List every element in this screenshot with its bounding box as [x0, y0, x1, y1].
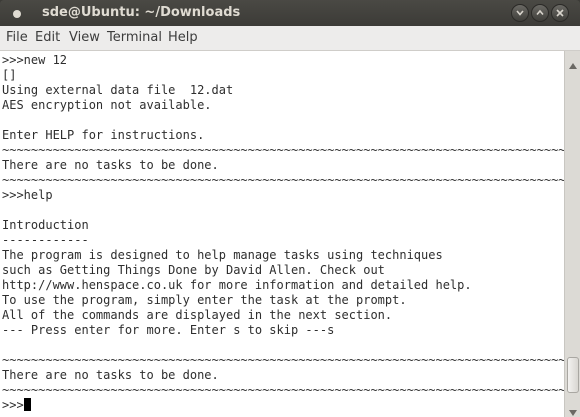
terminal-line: >>>new 12: [2, 53, 68, 67]
maximize-icon: [536, 9, 544, 16]
terminal-window: sde@Ubuntu: ~/Downloads File Edit View T…: [0, 0, 580, 417]
separator-line: ~~~~~~~~~~~~~~~~~~~~~~~~~~~~~~~~~~~~~~~~…: [2, 143, 566, 157]
minimize-button[interactable]: [511, 4, 529, 22]
menu-help[interactable]: Help: [168, 30, 198, 45]
terminal-line: such as Getting Things Done by David All…: [2, 263, 385, 277]
separator-line: ~~~~~~~~~~~~~~~~~~~~~~~~~~~~~~~~~~~~~~~~…: [2, 353, 566, 367]
menu-terminal[interactable]: Terminal: [107, 30, 162, 45]
prompt: >>>: [2, 398, 24, 412]
terminal-line: All of the commands are displayed in the…: [2, 308, 393, 322]
terminal-line: []: [2, 68, 17, 82]
app-icon: [12, 8, 22, 18]
separator-line: ~~~~~~~~~~~~~~~~~~~~~~~~~~~~~~~~~~~~~~~~…: [2, 383, 566, 397]
window-title: sde@Ubuntu: ~/Downloads: [42, 5, 241, 20]
scroll-down-icon[interactable]: [569, 403, 577, 417]
scrollbar-thumb[interactable]: [567, 357, 579, 393]
close-button[interactable]: [551, 4, 569, 22]
menu-bar: File Edit View Terminal Help: [0, 26, 580, 51]
prompt-line[interactable]: >>>: [2, 398, 31, 413]
terminal-line: There are no tasks to be done.: [2, 158, 219, 172]
scroll-up-icon[interactable]: [569, 56, 577, 74]
terminal-line: http://www.henspace.co.uk for more infor…: [2, 278, 472, 292]
terminal-line: The program is designed to help manage t…: [2, 248, 443, 262]
terminal-line: Enter HELP for instructions.: [2, 128, 205, 142]
terminal-line: --- Press enter for more. Enter s to ski…: [2, 323, 335, 337]
maximize-button[interactable]: [531, 4, 549, 22]
title-bar[interactable]: sde@Ubuntu: ~/Downloads: [0, 0, 580, 26]
terminal-line: There are no tasks to be done.: [2, 368, 219, 382]
vertical-scrollbar[interactable]: [564, 51, 580, 417]
terminal-line: AES encryption not available.: [2, 98, 212, 112]
terminal-line: ------------: [2, 233, 89, 247]
menu-view[interactable]: View: [69, 30, 100, 45]
separator-line: ~~~~~~~~~~~~~~~~~~~~~~~~~~~~~~~~~~~~~~~~…: [2, 173, 566, 187]
terminal-line: Using external data file 12.dat: [2, 83, 234, 97]
menu-file[interactable]: File: [6, 30, 28, 45]
close-icon: [556, 9, 564, 17]
terminal-line: Introduction: [2, 218, 89, 232]
terminal-line: To use the program, simply enter the tas…: [2, 293, 407, 307]
terminal-output[interactable]: >>>new 12 [] Using external data file 12…: [0, 51, 566, 417]
menu-edit[interactable]: Edit: [35, 30, 60, 45]
text-cursor: [23, 398, 31, 411]
terminal-line: >>>help: [2, 188, 53, 202]
minimize-icon: [516, 10, 524, 16]
